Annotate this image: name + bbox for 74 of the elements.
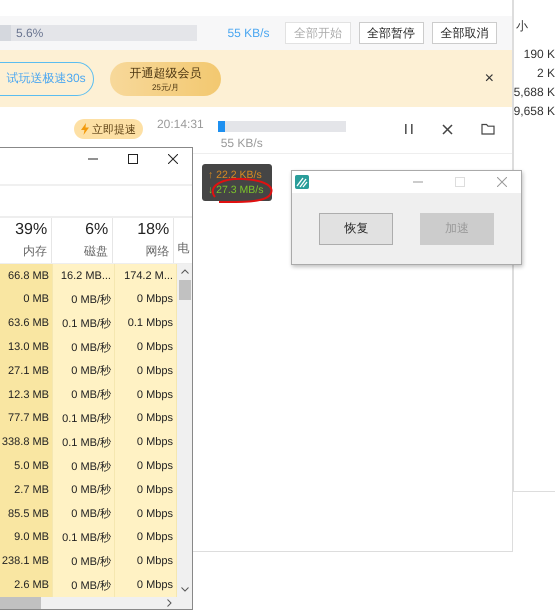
column-header[interactable]: 18% 网络	[113, 218, 174, 263]
table-cell: 338.8 MB	[0, 430, 53, 454]
total-speed: 55 KB/s	[227, 26, 270, 40]
table-cell: 85.5 MB	[0, 502, 53, 526]
table-cell: 0 Mbps	[115, 526, 177, 550]
folder-icon[interactable]	[480, 123, 495, 135]
table-cell: 174.2 M...	[115, 264, 177, 288]
table-cell: 0 MB/秒	[53, 478, 115, 502]
boost-button[interactable]: 立即提速	[74, 119, 143, 139]
close-button[interactable]: ×	[484, 70, 494, 88]
download-speed: ↓ 27.3 MB/s	[208, 182, 264, 198]
table-cell: 2.7 MB	[0, 478, 53, 502]
upload-speed: ↑ 22.2 KB/s	[208, 168, 263, 182]
file-size: 5,688 K	[514, 84, 555, 101]
table-cell: 0 Mbps	[115, 358, 177, 383]
table-cell: 0 MB/秒	[53, 502, 115, 526]
table-cell: 66.8 MB	[0, 264, 53, 288]
column-header[interactable]: 6% 磁盘	[52, 218, 114, 263]
table-cell: 5.0 MB	[0, 454, 53, 478]
table-cell: 0 MB/秒	[53, 573, 115, 597]
vip-button[interactable]: 开通超级会员 25元/月	[110, 62, 221, 96]
table-cell: 238.1 MB	[0, 549, 53, 574]
table-cell: 0 Mbps	[115, 573, 177, 597]
task-speed: 55 KB/s	[220, 136, 264, 150]
scrollbar-thumb[interactable]	[178, 280, 190, 300]
table-cell: 77.7 MB	[0, 406, 53, 430]
toolbar-button[interactable]: 全部取消	[432, 22, 497, 44]
dialog-button[interactable]: 恢复	[319, 212, 394, 244]
table-cell: 0 Mbps	[115, 288, 177, 312]
table-cell: 16.2 MB...	[53, 264, 115, 288]
table-cell: 0 Mbps	[115, 406, 177, 430]
task-time: 20:14:31	[157, 117, 204, 131]
table-cell: 12.3 MB	[0, 382, 53, 407]
table-cell: 63.6 MB	[0, 311, 53, 336]
table-cell: 0 MB/秒	[53, 288, 115, 312]
table-cell: 0 Mbps	[115, 502, 177, 526]
lightning-icon	[81, 123, 89, 135]
file-size: 9,658 K	[514, 103, 555, 120]
column-header[interactable]: 39% 内存	[0, 218, 52, 263]
horizontal-scrollbar[interactable]	[0, 596, 192, 609]
table-cell: 0.1 MB/秒	[53, 311, 115, 336]
table-cell: 0 MB/秒	[53, 549, 115, 574]
table-cell: 0 MB/秒	[53, 358, 115, 383]
column-header: 小	[516, 18, 528, 35]
table-cell: 0 MB/秒	[53, 454, 115, 478]
table-cell: 2.6 MB	[0, 573, 53, 597]
table-cell: 0.1 MB/秒	[53, 406, 115, 430]
table-cell: 0 Mbps	[115, 430, 177, 454]
app-icon	[295, 175, 309, 189]
table-cell: 0.1 MB/秒	[53, 430, 115, 454]
toolbar-button[interactable]: 全部暂停	[358, 22, 424, 44]
table-cell: 27.1 MB	[0, 358, 53, 383]
table-cell: 0 Mbps	[115, 335, 177, 359]
vertical-scrollbar[interactable]	[177, 264, 192, 597]
scrollbar-thumb[interactable]	[0, 596, 41, 609]
table-cell: 0 Mbps	[115, 478, 177, 502]
pause-icon[interactable]	[404, 123, 414, 135]
table-cell: 9.0 MB	[0, 526, 53, 550]
table-cell: 13.0 MB	[0, 335, 53, 359]
table-cell: 0 MB/秒	[53, 382, 115, 407]
table-cell: 0 Mbps	[115, 382, 177, 407]
table-cell: 0 MB/秒	[53, 335, 115, 359]
close-icon[interactable]	[168, 154, 178, 164]
progress-percent: 5.6%	[16, 26, 44, 40]
table-cell: 0 MB	[0, 288, 53, 312]
table-cell: 0 Mbps	[115, 549, 177, 574]
table-cell: 0.1 Mbps	[115, 311, 177, 336]
file-size: 190 K	[524, 46, 555, 63]
table-cell: 0 Mbps	[115, 454, 177, 478]
table-cell: 0.1 MB/秒	[53, 526, 115, 550]
maximize-icon[interactable]	[128, 154, 138, 164]
column-header[interactable]: 电	[174, 218, 192, 263]
file-size: 2 K	[536, 65, 555, 82]
close-icon[interactable]	[442, 124, 453, 134]
